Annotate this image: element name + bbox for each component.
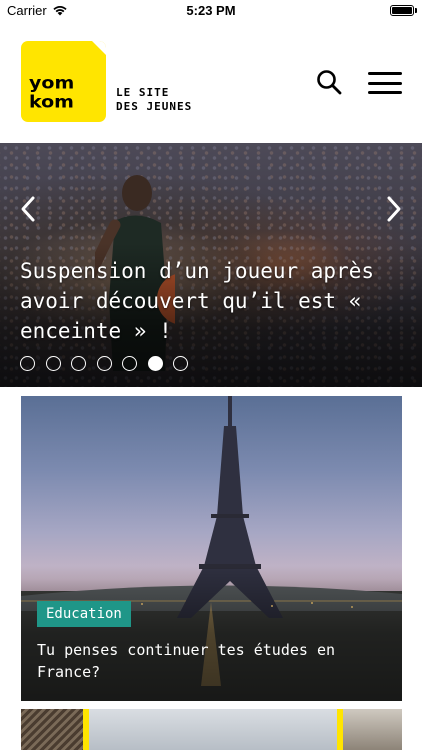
search-icon[interactable] [316, 69, 342, 95]
tagline-line-2: DES JEUNES [116, 100, 193, 113]
article-card[interactable]: Education Tu penses continuer tes études… [21, 396, 402, 701]
chevron-left-icon[interactable] [18, 195, 38, 223]
yomkom-logo[interactable]: yom kom [21, 41, 106, 122]
logo-notch [92, 41, 106, 55]
tagline-line-1: LE SITE [116, 86, 170, 99]
menu-bar-3 [368, 91, 402, 94]
logo-word-kom: kom [29, 92, 74, 112]
battery-level [392, 7, 412, 14]
next-image-left [21, 709, 83, 750]
battery-tip [415, 8, 417, 13]
menu-bar-1 [368, 72, 402, 75]
status-bar: Carrier 5:23 PM [0, 0, 422, 22]
site-tagline: LE SITE DES JEUNES [116, 86, 192, 114]
pagination-dot[interactable] [173, 356, 188, 371]
slider-pagination [20, 356, 199, 372]
next-image-right [343, 709, 402, 750]
hamburger-menu-icon[interactable] [368, 72, 402, 94]
chevron-right-icon[interactable] [384, 195, 404, 223]
menu-bar-2 [368, 81, 402, 85]
hero-headline[interactable]: Suspension d’un joueur après avoir décou… [20, 256, 390, 346]
battery-icon [390, 5, 414, 16]
pagination-dot[interactable] [122, 356, 137, 371]
pagination-dot-active[interactable] [147, 356, 163, 371]
logo-word-yom: yom [29, 73, 75, 93]
pagination-dot[interactable] [71, 356, 86, 371]
pagination-dot[interactable] [45, 356, 61, 371]
status-time: 5:23 PM [186, 3, 236, 18]
next-image-center [89, 709, 337, 750]
pagination-dot[interactable] [20, 356, 35, 371]
category-badge[interactable]: Education [37, 601, 131, 627]
hero-slider[interactable]: Suspension d’un joueur après avoir décou… [0, 143, 422, 387]
app-header: yom kom LE SITE DES JEUNES [0, 22, 422, 143]
article-card-next[interactable] [21, 709, 402, 750]
pagination-dot[interactable] [96, 356, 112, 371]
article-title[interactable]: Tu penses continuer tes études en France… [37, 639, 387, 683]
